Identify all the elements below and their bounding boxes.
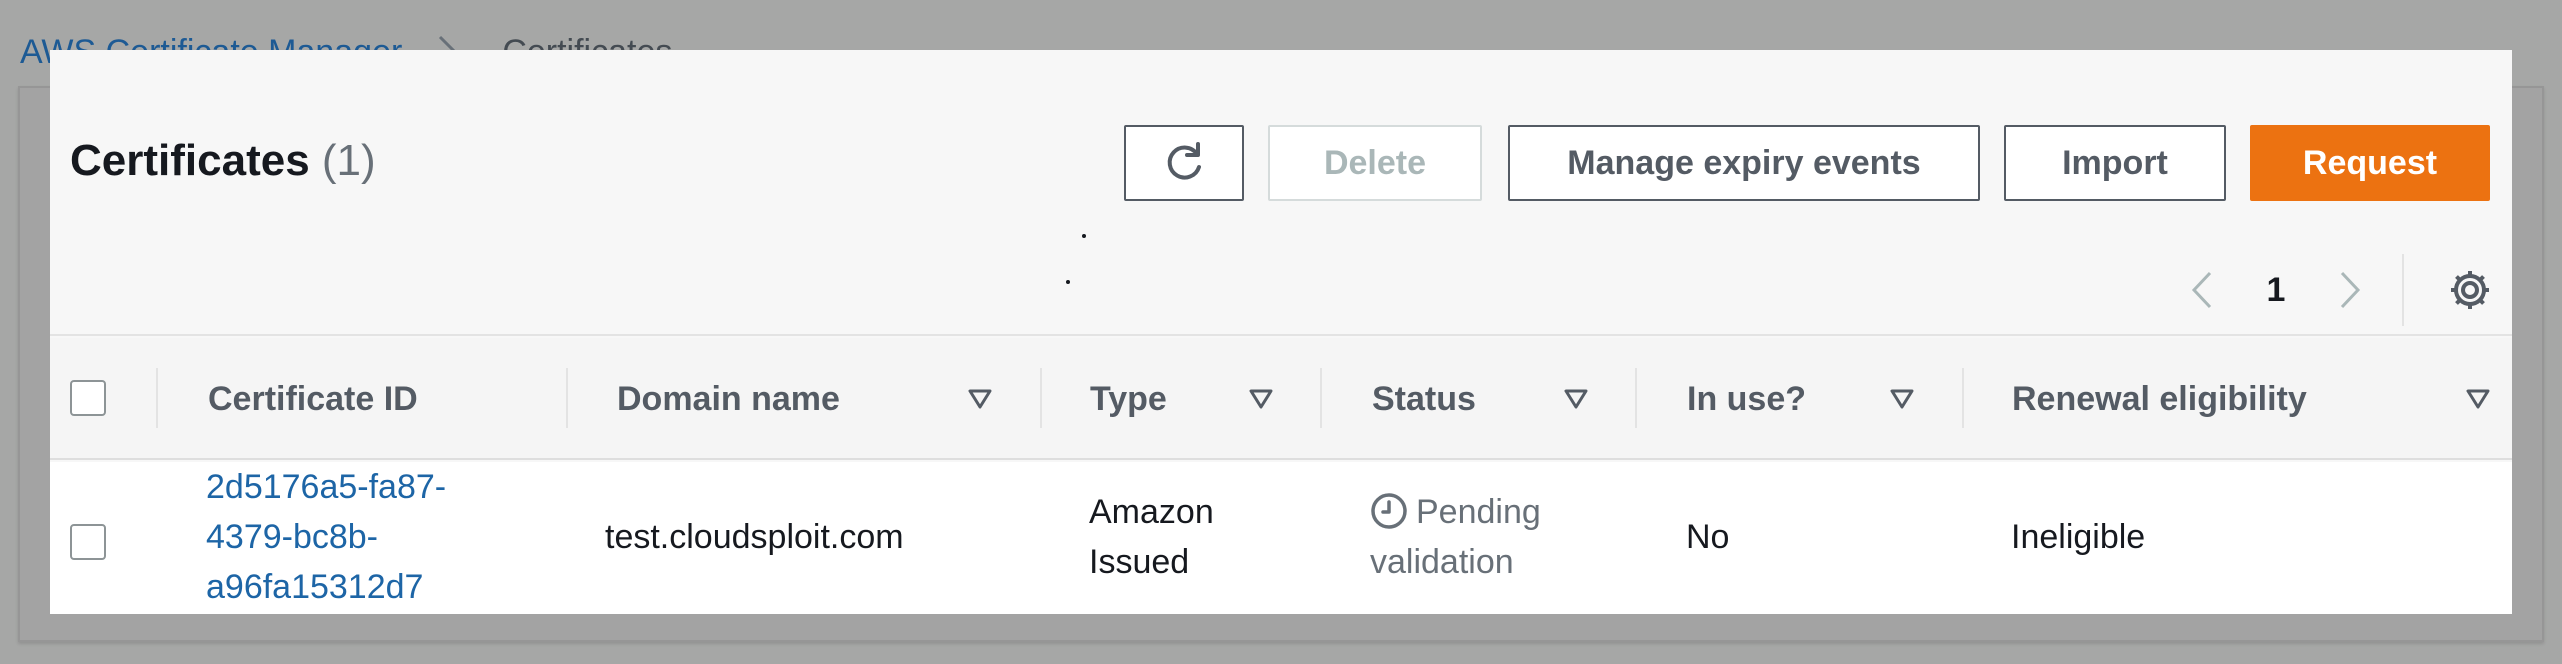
certificate-id-link[interactable]: 2d5176a5-fa87- 4379-bc8b- a96fa15312d7 (206, 462, 446, 612)
pagination-current-page[interactable]: 1 (2256, 262, 2296, 318)
sort-caret-icon[interactable] (1241, 338, 1281, 460)
status-line-1: Pending (1370, 487, 1541, 537)
column-divider (156, 368, 158, 428)
clock-icon (1371, 493, 1407, 529)
column-divider (1962, 368, 1964, 428)
type-line: Amazon (1089, 493, 1214, 531)
column-header-certificate-id[interactable]: Certificate ID (208, 338, 418, 460)
page-title: Certificates (1) (70, 136, 376, 186)
status-cell: Pending validation (1370, 487, 1541, 587)
import-button[interactable]: Import (2004, 125, 2226, 201)
column-header-in-use[interactable]: In use? (1687, 338, 1806, 460)
panel-header: Certificates (1) Delete Manage expiry ev… (50, 50, 2512, 336)
row-select-checkbox[interactable] (70, 524, 106, 560)
settings-gear-icon (2451, 271, 2489, 309)
sort-caret-icon[interactable] (2458, 338, 2498, 460)
column-header-domain-name[interactable]: Domain name (617, 338, 840, 460)
column-divider (1040, 368, 1042, 428)
delete-button[interactable]: Delete (1268, 125, 1482, 201)
chevron-right-icon (2340, 271, 2361, 309)
column-header-type[interactable]: Type (1090, 338, 1167, 460)
table-row: 2d5176a5-fa87- 4379-bc8b- a96fa15312d7 t… (50, 462, 2512, 614)
certificate-id-line: 4379-bc8b- (206, 518, 379, 556)
column-header-status[interactable]: Status (1372, 338, 1476, 460)
manage-expiry-events-button[interactable]: Manage expiry events (1508, 125, 1980, 201)
type-cell: Amazon Issued (1089, 487, 1214, 587)
certificate-count: (1) (321, 136, 376, 185)
pagination-divider (2402, 254, 2404, 326)
type-line: Issued (1089, 543, 1190, 581)
status-text: Pending (1416, 493, 1541, 531)
certificate-id-line: a96fa15312d7 (206, 568, 424, 606)
column-header-renewal-eligibility[interactable]: Renewal eligibility (2012, 338, 2307, 460)
table-preferences-button[interactable] (2442, 262, 2498, 318)
decorative-dot (1066, 280, 1070, 284)
sort-caret-icon[interactable] (960, 338, 1000, 460)
certificates-panel: Certificates (1) Delete Manage expiry ev… (50, 50, 2512, 614)
decorative-dot (1082, 234, 1086, 238)
renewal-eligibility-cell: Ineligible (2011, 518, 2146, 556)
certificate-id-line: 2d5176a5-fa87- (206, 468, 447, 506)
sort-caret-icon[interactable] (1882, 338, 1922, 460)
sort-caret-icon[interactable] (1556, 338, 1596, 460)
page-title-text: Certificates (70, 136, 310, 185)
request-button[interactable]: Request (2250, 125, 2490, 201)
refresh-icon (1167, 142, 1201, 180)
chevron-left-icon (2191, 271, 2212, 309)
table-header-row: Certificate ID Domain name Type Status I… (50, 338, 2512, 460)
pagination-previous[interactable] (2182, 262, 2222, 318)
in-use-cell: No (1686, 518, 1730, 556)
select-all-checkbox[interactable] (70, 380, 106, 416)
column-divider (1635, 368, 1637, 428)
column-divider (1320, 368, 1322, 428)
pagination-next[interactable] (2330, 262, 2370, 318)
domain-name-cell: test.cloudsploit.com (605, 518, 904, 556)
column-divider (566, 368, 568, 428)
refresh-button[interactable] (1124, 125, 1244, 201)
status-line-2: validation (1370, 543, 1514, 581)
